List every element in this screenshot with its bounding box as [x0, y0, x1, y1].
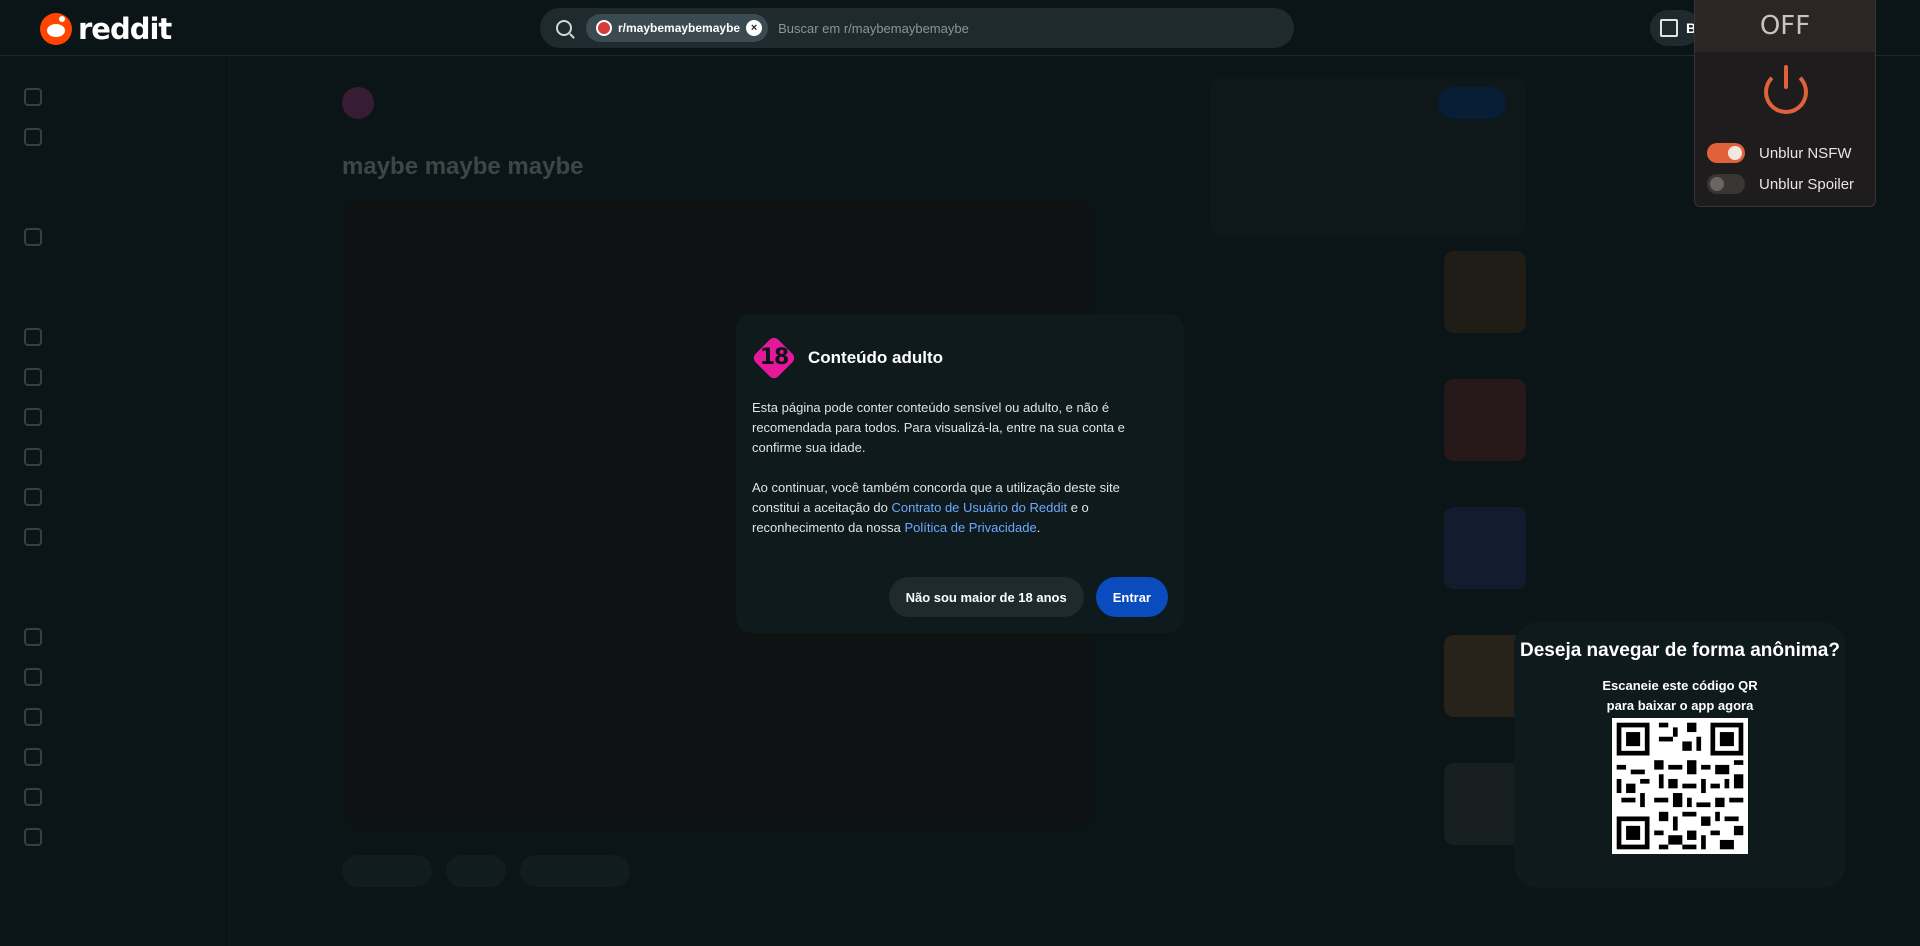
games-icon [24, 328, 42, 346]
get-app-button[interactable]: B [1650, 10, 1700, 46]
qr-subtitle-line-2: para baixar o app agora [1606, 698, 1754, 713]
toggle-row-nsfw: Unblur NSFW [1707, 143, 1852, 163]
sidebar-item [16, 357, 213, 397]
top-bar: reddit r/maybemaybemaybe × Buscar em r/m… [0, 0, 1920, 56]
home-icon [24, 88, 42, 106]
unblur-nsfw-toggle[interactable] [1707, 143, 1745, 163]
sidebar-section-header [16, 277, 213, 317]
dialog-paragraph-1: Esta página pode conter conteúdo sensíve… [752, 400, 1125, 455]
right-rail [1210, 77, 1526, 877]
sidebar-item [16, 217, 213, 257]
logo-text: reddit [78, 12, 172, 46]
toggle-label: Unblur NSFW [1759, 144, 1852, 162]
sidebar-item [16, 437, 213, 477]
comments-pill [446, 855, 506, 887]
sidebar-item [16, 817, 213, 857]
sidebar-item [16, 657, 213, 697]
celebrity-icon [24, 528, 42, 546]
dialog-title: Conteúdo adulto [808, 348, 944, 367]
extension-status: OFF [1759, 11, 1811, 41]
post-actions [342, 855, 1092, 887]
adult-content-dialog: 18 Conteúdo adulto Esta página pode cont… [736, 314, 1184, 633]
sidebar-item [16, 117, 213, 157]
qr-subtitle-line-1: Escaneie este código QR [1602, 678, 1758, 693]
power-icon-bar [1784, 65, 1788, 89]
tv-icon [24, 488, 42, 506]
reddit-snoo-icon [40, 13, 72, 45]
subreddit-avatar-icon [596, 20, 612, 36]
careers-icon [24, 788, 42, 806]
extension-status-bar: OFF [1695, 0, 1875, 52]
dialog-paragraph-2: Ao continuar, você também concorda que a… [752, 478, 1168, 538]
qr-card-subtitle: Escaneie este código QR para baixar o ap… [1514, 676, 1846, 716]
related-thumbnail [1444, 251, 1526, 333]
toggle-label: Unblur Spoiler [1759, 175, 1855, 193]
search-icon [556, 20, 572, 36]
reddit-logo[interactable]: reddit [40, 12, 172, 46]
dialog-body: Esta página pode conter conteúdo sensíve… [752, 398, 1168, 538]
nsfw-badge-text: 18 [759, 345, 790, 370]
press-icon [24, 828, 42, 846]
qr-card-title: Deseja navegar de forma anônima? [1520, 640, 1840, 661]
popular-icon [24, 128, 42, 146]
share-pill [520, 855, 630, 887]
nsfw-18-icon: 18 [751, 335, 797, 381]
ads-icon [24, 668, 42, 686]
search-input[interactable]: Buscar em r/maybemaybemaybe [778, 21, 969, 36]
unblur-spoiler-toggle[interactable] [1707, 174, 1745, 194]
search-bar[interactable]: r/maybemaybemaybe × Buscar em r/maybemay… [540, 8, 1294, 48]
related-post [1210, 493, 1526, 621]
sports-icon [24, 368, 42, 386]
join-button [1438, 87, 1506, 119]
sidebar-item [16, 317, 213, 357]
left-sidebar [0, 57, 230, 946]
post-title: maybe maybe maybe [342, 153, 584, 180]
related-thumbnail [1444, 507, 1526, 589]
sidebar-section-header [16, 577, 213, 617]
close-icon[interactable]: × [746, 20, 763, 36]
para2-suffix: . [1036, 520, 1041, 535]
qr-code-image [1612, 718, 1748, 854]
dialog-actions: Não sou maior de 18 anos Entrar [888, 577, 1168, 617]
chip-label: r/maybemaybemaybe [618, 21, 741, 35]
community-card [1210, 77, 1526, 237]
post-header [342, 87, 1092, 119]
sidebar-item [16, 77, 213, 117]
subreddit-search-chip[interactable]: r/maybemaybemaybe × [586, 14, 769, 42]
related-post [1210, 749, 1526, 877]
blog-icon [24, 748, 42, 766]
about-icon [24, 628, 42, 646]
sidebar-item [16, 397, 213, 437]
sidebar-item [16, 617, 213, 657]
login-button[interactable]: Entrar [1095, 577, 1168, 617]
related-post [1210, 365, 1526, 493]
dialog-header: 18 Conteúdo adulto [751, 335, 1168, 381]
sidebar-item [16, 737, 213, 777]
sidebar-section-header [16, 177, 213, 217]
related-post [1210, 237, 1526, 365]
sidebar-item [16, 517, 213, 557]
vote-pill [342, 855, 432, 887]
related-thumbnail [1444, 379, 1526, 461]
crypto-icon [24, 448, 42, 466]
related-post [1210, 621, 1526, 749]
privacy-policy-link[interactable]: Política de Privacidade [904, 520, 1036, 535]
help-icon [24, 708, 42, 726]
business-icon [24, 408, 42, 426]
subreddit-avatar [342, 87, 374, 119]
unblur-extension-popup: OFF Unblur NSFW Unblur Spoiler [1694, 0, 1876, 207]
qr-code-icon [1660, 19, 1678, 37]
not-over-18-button[interactable]: Não sou maior de 18 anos [888, 577, 1084, 617]
community-icon [24, 228, 42, 246]
sidebar-item [16, 777, 213, 817]
app-qr-card: Deseja navegar de forma anônima? Escanei… [1514, 622, 1846, 888]
user-agreement-link[interactable]: Contrato de Usuário do Reddit [891, 500, 1067, 515]
sidebar-item [16, 477, 213, 517]
sidebar-item [16, 697, 213, 737]
toggle-row-spoiler: Unblur Spoiler [1707, 174, 1854, 194]
